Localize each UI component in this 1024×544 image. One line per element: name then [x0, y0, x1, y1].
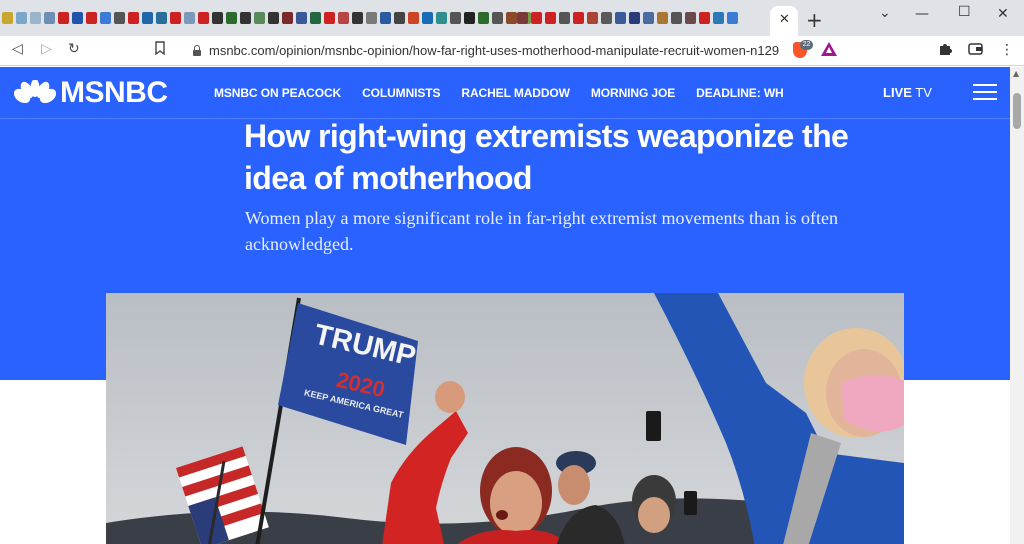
tab-favicon-icon[interactable]	[282, 12, 293, 24]
close-tab-icon[interactable]: ✕	[779, 12, 790, 27]
tab-favicon-icon[interactable]	[114, 12, 125, 24]
tab-favicon-icon[interactable]	[226, 12, 237, 24]
tab-favicon-icon[interactable]	[450, 12, 461, 24]
tab-favicon-icon[interactable]	[352, 12, 363, 24]
tab-favicon-icon[interactable]	[531, 12, 542, 24]
tab-favicon-icon[interactable]	[142, 12, 153, 24]
tab-favicon-icon[interactable]	[254, 12, 265, 24]
tab-favicon-icon[interactable]	[394, 12, 405, 24]
tab-favicon-icon[interactable]	[170, 12, 181, 24]
tab-favicon-icon[interactable]	[492, 12, 503, 24]
nav-item-columnists[interactable]: COLUMNISTS	[362, 86, 440, 100]
nav-item-rachel-maddow[interactable]: RACHEL MADDOW	[461, 86, 570, 100]
tab-favicon-icon[interactable]	[587, 12, 598, 24]
tab-favicon-icon[interactable]	[324, 12, 335, 24]
tab-favicon-icon[interactable]	[629, 12, 640, 24]
maximize-icon[interactable]: ☐	[958, 4, 971, 20]
shields-count-badge: 22	[800, 40, 813, 50]
hamburger-menu-icon[interactable]	[973, 82, 997, 102]
close-window-icon[interactable]: ✕	[997, 6, 1009, 22]
tab-strip: ✕ + ⌄ — ☐ ✕	[0, 0, 1024, 36]
tab-favicon-icon[interactable]	[268, 12, 279, 24]
tab-favicon-icon[interactable]	[310, 12, 321, 24]
tab-favicon-icon[interactable]	[478, 12, 489, 24]
tab-favicon-icon[interactable]	[72, 12, 83, 24]
tab-favicon-icon[interactable]	[296, 12, 307, 24]
tab-favicon-icon[interactable]	[44, 12, 55, 24]
peacock-icon	[14, 80, 56, 106]
tab-favicon-icon[interactable]	[713, 12, 724, 24]
tab-favicon-icon[interactable]	[86, 12, 97, 24]
address-bar[interactable]: msnbc.com/opinion/msnbc-opinion/how-far-…	[209, 43, 779, 58]
page-viewport: MSNBC MSNBC ON PEACOCK COLUMNISTS RACHEL…	[0, 67, 1010, 544]
tab-favicon-icon[interactable]	[559, 12, 570, 24]
tab-favicon-icon[interactable]	[615, 12, 626, 24]
tab-favicon-icon[interactable]	[464, 12, 475, 24]
tab-favicon-icon[interactable]	[240, 12, 251, 24]
article-headline: How right-wing extremists weaponize the …	[244, 118, 849, 196]
tab-favicon-icon[interactable]	[156, 12, 167, 24]
brave-rewards-icon[interactable]	[821, 42, 837, 56]
tab-favicon-icon[interactable]	[671, 12, 682, 24]
browser-toolbar: ◁ ▷ ↻ msnbc.com/opinion/msnbc-opinion/ho…	[0, 36, 1024, 66]
logo-wordmark: MSNBC	[60, 76, 168, 109]
tab-favicon-icon[interactable]	[100, 12, 111, 24]
back-arrow-icon[interactable]: ◁	[12, 41, 23, 57]
tab-favicon-icon[interactable]	[506, 12, 517, 24]
nav-item-peacock[interactable]: MSNBC ON PEACOCK	[214, 86, 341, 100]
forward-arrow-icon[interactable]: ▷	[41, 41, 52, 57]
tab-favicon-icon[interactable]	[2, 12, 13, 24]
tab-favicon-icon[interactable]	[545, 12, 556, 24]
tab-favicon-icon[interactable]	[408, 12, 419, 24]
tab-favicon-icon[interactable]	[573, 12, 584, 24]
tab-favicon-icon[interactable]	[517, 12, 528, 24]
tab-favicon-icon[interactable]	[338, 12, 349, 24]
tab-favicon-icon[interactable]	[601, 12, 612, 24]
puzzle-icon[interactable]	[938, 42, 952, 60]
tab-favicon-icon[interactable]	[58, 12, 69, 24]
tab-favicon-icon[interactable]	[128, 12, 139, 24]
pinned-tabs-left	[2, 12, 531, 24]
new-tab-icon[interactable]: +	[806, 8, 823, 32]
pinned-tabs-right	[517, 12, 738, 24]
live-tv-link[interactable]: LIVE TV	[883, 85, 932, 100]
reload-icon[interactable]: ↻	[68, 41, 80, 57]
scrollbar-thumb[interactable]	[1013, 93, 1021, 129]
page-scrollbar[interactable]: ▲	[1010, 67, 1024, 544]
tab-favicon-icon[interactable]	[727, 12, 738, 24]
tab-favicon-icon[interactable]	[184, 12, 195, 24]
bookmark-icon[interactable]	[155, 41, 165, 59]
tab-favicon-icon[interactable]	[366, 12, 377, 24]
minimize-icon[interactable]: —	[915, 6, 929, 22]
tab-favicon-icon[interactable]	[436, 12, 447, 24]
active-tab[interactable]: ✕	[770, 6, 798, 36]
primary-nav: MSNBC ON PEACOCK COLUMNISTS RACHEL MADDO…	[214, 86, 784, 100]
lock-icon[interactable]	[193, 45, 201, 56]
tab-favicon-icon[interactable]	[212, 12, 223, 24]
article-dek: Women play a more significant role in fa…	[245, 208, 839, 254]
tab-search-chevron-icon[interactable]: ⌄	[879, 5, 891, 21]
tab-favicon-icon[interactable]	[685, 12, 696, 24]
scroll-up-arrow-icon[interactable]: ▲	[1013, 69, 1019, 78]
tab-favicon-icon[interactable]	[16, 12, 27, 24]
nav-item-deadline-wh[interactable]: DEADLINE: WH	[696, 86, 784, 100]
hero-photo: TRUMP 2020 KEEP AMERICA GREAT	[106, 293, 904, 544]
tab-favicon-icon[interactable]	[699, 12, 710, 24]
tab-favicon-icon[interactable]	[198, 12, 209, 24]
tab-favicon-icon[interactable]	[657, 12, 668, 24]
tab-favicon-icon[interactable]	[30, 12, 41, 24]
kebab-menu-icon[interactable]: ⋮	[1000, 42, 1014, 58]
tab-favicon-icon[interactable]	[380, 12, 391, 24]
tab-favicon-icon[interactable]	[422, 12, 433, 24]
msnbc-logo[interactable]: MSNBC	[14, 78, 168, 108]
nav-item-morning-joe[interactable]: MORNING JOE	[591, 86, 675, 100]
wallet-icon[interactable]	[968, 42, 983, 59]
site-header: MSNBC MSNBC ON PEACOCK COLUMNISTS RACHEL…	[0, 67, 1010, 119]
tab-favicon-icon[interactable]	[643, 12, 654, 24]
